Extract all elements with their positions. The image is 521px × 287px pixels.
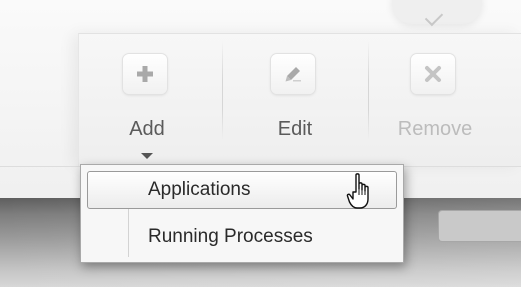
pencil-icon xyxy=(285,67,301,82)
search-field[interactable] xyxy=(438,210,521,242)
menu-item-running-processes[interactable]: Running Processes xyxy=(87,219,397,257)
menu-item-label: Running Processes xyxy=(148,226,313,247)
edit-button[interactable]: Edit xyxy=(240,54,350,154)
caret-down-icon xyxy=(141,153,153,159)
plus-icon xyxy=(137,66,153,82)
menu-item-label: Applications xyxy=(148,179,251,200)
toolbar-separator xyxy=(222,40,223,140)
add-label: Add xyxy=(129,118,165,140)
edit-icon-box xyxy=(271,54,315,94)
remove-button[interactable]: Remove xyxy=(380,54,490,154)
add-icon-box xyxy=(123,54,167,94)
remove-icon-box xyxy=(411,54,455,94)
edit-label: Edit xyxy=(277,118,313,140)
close-icon xyxy=(425,66,441,82)
add-button[interactable]: Add xyxy=(92,54,202,154)
toolbar-separator xyxy=(368,40,369,140)
hand-cursor-icon xyxy=(346,173,369,209)
remove-label: Remove xyxy=(397,118,473,140)
